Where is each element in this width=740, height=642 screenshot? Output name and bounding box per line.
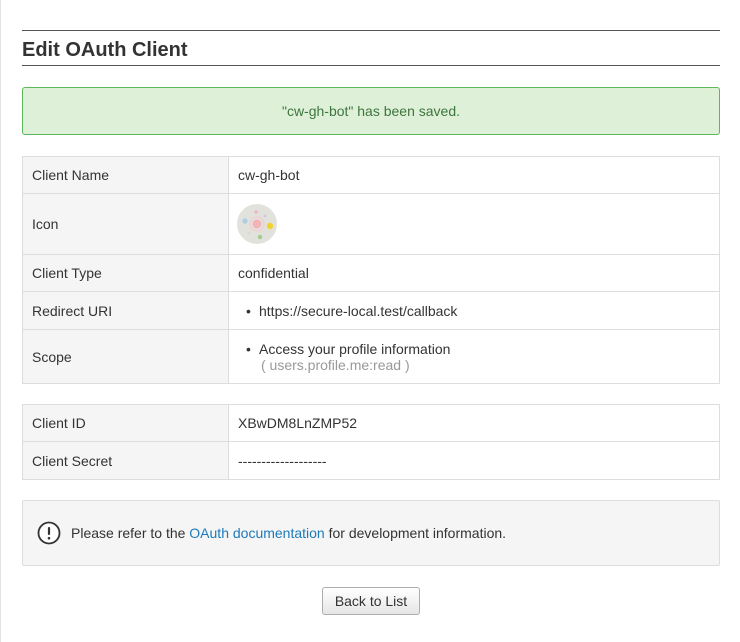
client-type-value: confidential [228,254,720,292]
success-alert: "cw-gh-bot" has been saved. [22,87,720,135]
page-left-border [0,0,1,642]
scope-code: ( users.profile.me:read ) [261,356,410,373]
redirect-uri-value: https://secure-local.test/callback [228,291,720,330]
notice-text: Please refer to the OAuth documentation … [71,525,506,541]
list-item: https://secure-local.test/callback [246,303,710,319]
client-name-value: cw-gh-bot [228,156,720,194]
info-notice: Please refer to the OAuth documentation … [22,500,720,566]
redirect-uri-label: Redirect URI [22,291,229,330]
notice-text-after: for development information. [324,525,507,541]
icon-label: Icon [22,193,229,255]
exclamation-circle-icon [37,521,61,545]
table-row: Icon [22,193,720,255]
actions-bar: Back to List [22,587,720,615]
notice-text-before: Please refer to the [71,525,190,541]
client-type-label: Client Type [22,254,229,292]
credentials-table: Client ID XBwDM8LnZMP52 Client Secret --… [22,404,720,480]
client-name-label: Client Name [22,156,229,194]
list-item: Access your profile information ( users.… [246,340,710,373]
scope-value: Access your profile information ( users.… [228,329,720,384]
table-row: Client Secret ------------------- [22,441,720,480]
icon-value [228,193,720,255]
table-row: Client Type confidential [22,254,720,292]
table-row: Client ID XBwDM8LnZMP52 [22,404,720,442]
scope-description: Access your profile information [259,340,451,357]
table-row: Scope Access your profile information ( … [22,329,720,384]
scope-list: Access your profile information ( users.… [238,341,710,373]
back-to-list-button[interactable]: Back to List [321,587,421,615]
table-row: Client Name cw-gh-bot [22,156,720,194]
client-details-table: Client Name cw-gh-bot Icon Client Type c… [22,156,720,384]
edit-oauth-client-panel: Edit OAuth Client "cw-gh-bot" has been s… [22,30,720,615]
table-row: Redirect URI https://secure-local.test/c… [22,291,720,330]
page-title: Edit OAuth Client [22,39,188,61]
redirect-uri-list: https://secure-local.test/callback [238,303,710,319]
app-logo-icon [237,204,277,244]
oauth-documentation-link[interactable]: OAuth documentation [189,525,324,541]
client-secret-label: Client Secret [22,441,229,480]
client-secret-value: ------------------- [228,441,720,480]
scope-label: Scope [22,329,229,384]
page-header: Edit OAuth Client [22,30,720,66]
client-id-label: Client ID [22,404,229,442]
client-id-value: XBwDM8LnZMP52 [228,404,720,442]
